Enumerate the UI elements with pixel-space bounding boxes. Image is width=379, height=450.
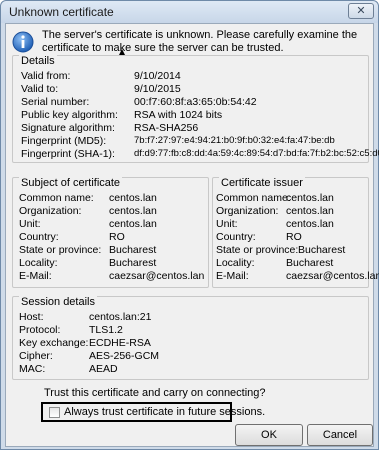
subject-key: State or province: [19, 244, 102, 256]
session-value: AES-256-GCM [89, 350, 160, 362]
issuer-key: Country: [216, 231, 256, 243]
subject-key: Organization: [19, 205, 82, 217]
detail-key: Serial number: [21, 96, 90, 108]
ok-button[interactable]: OK [235, 424, 303, 446]
detail-key: Fingerprint (MD5): [21, 135, 107, 147]
warning-message: The server's certificate is unknown. Ple… [42, 29, 358, 54]
info-icon [12, 31, 34, 53]
subject-key: Unit: [19, 218, 41, 230]
session-title: Session details [19, 296, 97, 308]
trust-question: Trust this certificate and carry on conn… [44, 387, 266, 399]
issuer-group: Certificate issuer Common name: centos.l… [212, 177, 379, 288]
mouse-cursor [119, 49, 125, 55]
always-trust-checkbox[interactable] [49, 407, 60, 418]
details-group: Details Valid from: 9/10/2014 Valid to: … [12, 55, 379, 163]
subject-value: centos.lan [109, 205, 157, 217]
session-key: Key exchange: [19, 337, 89, 349]
subject-key: Common name: [19, 192, 94, 204]
detail-value: 9/10/2015 [134, 83, 181, 95]
issuer-key: Unit: [216, 218, 238, 230]
subject-value: RO [109, 231, 125, 243]
session-group: Session details Host: centos.lan:21 Prot… [12, 296, 369, 380]
issuer-title: Certificate issuer [219, 177, 305, 189]
subject-group: Subject of certificate Common name: cent… [12, 177, 209, 288]
subject-title: Subject of certificate [19, 177, 123, 189]
close-button[interactable]: ✕ [348, 3, 374, 19]
close-icon: ✕ [356, 5, 366, 17]
issuer-value: centos.lan [286, 205, 334, 217]
detail-key: Fingerprint (SHA-1): [21, 148, 115, 160]
detail-key: Signature algorithm: [21, 122, 115, 134]
subject-value: caezsar@centos.lan [109, 270, 205, 282]
session-key: Cipher: [19, 350, 53, 362]
detail-value: 7b:f7:27:97:e4:94:21:b0:9f:b0:32:e4:fa:4… [134, 135, 335, 146]
session-key: MAC: [19, 363, 46, 375]
issuer-key: Locality: [216, 257, 255, 269]
subject-value: centos.lan [109, 218, 157, 230]
subject-key: Locality: [19, 257, 58, 269]
dialog-body: The server's certificate is unknown. Ple… [5, 23, 379, 447]
session-value: AEAD [89, 363, 118, 375]
detail-value: RSA with 1024 bits [134, 109, 223, 121]
issuer-key: E-Mail: [216, 270, 249, 282]
session-key: Host: [19, 311, 44, 323]
issuer-value: centos.lan [286, 218, 334, 230]
issuer-value: centos.lan [286, 192, 334, 204]
issuer-value: caezsar@centos.lan [286, 270, 379, 282]
window-title: Unknown certificate [9, 5, 114, 19]
session-value: ECDHE-RSA [89, 337, 151, 349]
subject-value: centos.lan [109, 192, 157, 204]
issuer-key: State or province: [216, 244, 299, 256]
issuer-value: Bucharest [298, 244, 346, 256]
details-title: Details [19, 55, 57, 67]
detail-value: df:d9:77:fb:c8:dd:4a:59:4c:89:54:d7:bd:f… [134, 148, 379, 159]
cancel-button[interactable]: Cancel [307, 424, 373, 446]
subject-value: Bucharest [109, 257, 157, 269]
issuer-key: Common name: [216, 192, 291, 204]
issuer-key: Organization: [216, 205, 279, 217]
detail-value: 00:f7:60:8f:a3:65:0b:54:42 [134, 96, 257, 108]
title-bar[interactable]: Unknown certificate ✕ [1, 1, 378, 23]
subject-value: Bucharest [109, 244, 157, 256]
always-trust-label[interactable]: Always trust certificate in future sessi… [64, 406, 265, 418]
detail-key: Valid from: [21, 70, 71, 82]
always-trust-option[interactable]: Always trust certificate in future sessi… [41, 402, 265, 422]
detail-key: Valid to: [21, 83, 59, 95]
subject-key: E-Mail: [19, 270, 52, 282]
session-value: centos.lan:21 [89, 311, 152, 323]
issuer-value: Bucharest [286, 257, 334, 269]
detail-value: 9/10/2014 [134, 70, 181, 82]
session-value: TLS1.2 [89, 324, 123, 336]
session-key: Protocol: [19, 324, 61, 336]
subject-key: Country: [19, 231, 59, 243]
certificate-dialog: Unknown certificate ✕ The server's certi… [0, 0, 379, 450]
detail-key: Public key algorithm: [21, 109, 118, 121]
detail-value: RSA-SHA256 [134, 122, 199, 134]
issuer-value: RO [286, 231, 302, 243]
